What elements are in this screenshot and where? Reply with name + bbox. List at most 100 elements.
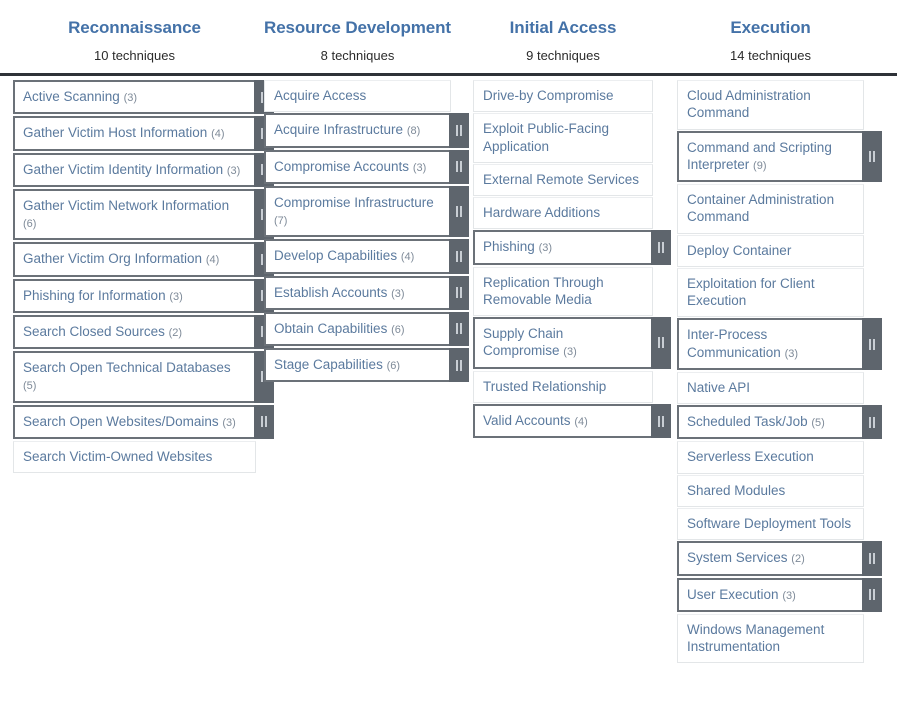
sub-technique-count: (8) [406, 125, 421, 138]
technique-cell[interactable]: System Services (2) [677, 541, 882, 576]
technique-cell[interactable]: Establish Accounts (3) [264, 275, 469, 310]
technique-cell[interactable]: Drive-by Compromise [473, 80, 653, 113]
technique-cell[interactable]: Obtain Capabilities (6) [264, 311, 469, 347]
technique-label: Gather Victim Network Information (6) [15, 191, 254, 239]
technique-cell[interactable]: Gather Victim Host Information (4) [13, 116, 274, 151]
tactic-header-reconnaissance[interactable]: Reconnaissance 10 techniques [0, 8, 269, 63]
pause-bars-icon [657, 337, 665, 349]
technique-label: Gather Victim Host Information (4) [15, 118, 234, 148]
sub-techniques-expand-icon[interactable] [862, 130, 882, 183]
sub-techniques-expand-icon[interactable] [449, 239, 469, 274]
technique-cell[interactable]: Native API [677, 371, 864, 405]
technique-cell[interactable]: Container Administration Command [677, 184, 864, 234]
sub-techniques-expand-icon[interactable] [862, 318, 882, 370]
technique-cell[interactable]: Deploy Container [677, 234, 864, 267]
technique-cell[interactable]: Gather Victim Org Information (4) [13, 242, 274, 277]
technique-cell[interactable]: Search Open Websites/Domains (3) [13, 404, 274, 439]
sub-techniques-expand-icon[interactable] [449, 275, 469, 310]
technique-cell[interactable]: Replication Through Removable Media [473, 266, 653, 317]
technique-name: User Execution [687, 586, 779, 602]
technique-label: Shared Modules [678, 476, 794, 506]
technique-label: Exploit Public-Facing Application [474, 114, 652, 162]
technique-label: Acquire Infrastructure (8) [266, 115, 429, 145]
sub-techniques-expand-icon[interactable] [651, 403, 671, 439]
tactic-header-execution[interactable]: Execution 14 techniques [664, 8, 877, 63]
technique-cell[interactable]: Search Victim-Owned Websites [13, 440, 256, 474]
sub-techniques-expand-icon[interactable] [449, 311, 469, 347]
sub-techniques-expand-icon[interactable] [862, 541, 882, 576]
sub-techniques-expand-icon[interactable] [651, 317, 671, 369]
sub-technique-count: (3) [412, 161, 427, 174]
technique-cell[interactable]: Active Scanning (3) [13, 80, 274, 115]
technique-label: Native API [678, 373, 759, 403]
technique-name: Valid Accounts [483, 412, 571, 428]
pause-bars-icon [868, 589, 876, 601]
pause-bars-icon [455, 161, 463, 173]
technique-cell[interactable]: Hardware Additions [473, 197, 653, 230]
technique-cell[interactable]: Phishing (3) [473, 230, 671, 265]
technique-cell[interactable]: Exploit Public-Facing Application [473, 113, 653, 163]
sub-techniques-expand-icon[interactable] [862, 405, 882, 440]
technique-name: Exploitation for Client Execution [687, 275, 815, 309]
technique-label: Container Administration Command [678, 185, 863, 233]
technique-cell[interactable]: Acquire Infrastructure (8) [264, 113, 469, 148]
technique-label: Drive-by Compromise [474, 81, 623, 111]
tactic-header-resource-development[interactable]: Resource Development 8 techniques [251, 8, 464, 63]
technique-cell[interactable]: Serverless Execution [677, 441, 864, 474]
technique-cell[interactable]: Shared Modules [677, 474, 864, 507]
technique-label: Replication Through Removable Media [474, 268, 652, 316]
technique-cell[interactable]: Software Deployment Tools [677, 507, 864, 541]
sub-technique-count: (6) [23, 218, 37, 231]
technique-cell[interactable]: Command and Scripting Interpreter (9) [677, 130, 882, 183]
technique-name: Acquire Infrastructure [274, 122, 404, 138]
technique-cell[interactable]: Windows Management Instrumentation [677, 613, 864, 664]
technique-cell[interactable]: Acquire Access [264, 80, 451, 113]
technique-cell[interactable]: User Execution (3) [677, 577, 882, 612]
sub-techniques-expand-icon[interactable] [254, 404, 274, 439]
pause-bars-icon [455, 359, 463, 371]
technique-cell[interactable]: Cloud Administration Command [677, 80, 864, 130]
pause-bars-icon [657, 241, 665, 253]
technique-name: Software Deployment Tools [687, 515, 852, 531]
technique-name: Phishing for Information [23, 287, 166, 303]
technique-cell[interactable]: Scheduled Task/Job (5) [677, 405, 882, 440]
technique-cell[interactable]: Trusted Relationship [473, 370, 653, 403]
sub-techniques-expand-icon[interactable] [449, 185, 469, 238]
technique-name: Active Scanning [23, 89, 120, 104]
technique-name: Develop Capabilities [274, 248, 398, 264]
technique-cell[interactable]: Phishing for Information (3) [13, 278, 274, 313]
tactic-column-execution: Cloud Administration Command Command and … [677, 80, 882, 664]
technique-cell[interactable]: External Remote Services [473, 163, 653, 197]
technique-cell[interactable]: Supply Chain Compromise (3) [473, 317, 671, 369]
technique-cell[interactable]: Exploitation for Client Execution [677, 267, 864, 318]
sub-techniques-expand-icon[interactable] [449, 149, 469, 184]
pause-bars-icon [868, 150, 876, 162]
technique-cell[interactable]: Valid Accounts (4) [473, 403, 671, 439]
technique-cell[interactable]: Search Closed Sources (2) [13, 314, 274, 350]
sub-techniques-expand-icon[interactable] [651, 230, 671, 265]
technique-cell[interactable]: Develop Capabilities (4) [264, 239, 469, 274]
technique-label: Phishing for Information (3) [15, 281, 192, 311]
technique-cell[interactable]: Compromise Accounts (3) [264, 149, 469, 184]
sub-techniques-expand-icon[interactable] [449, 348, 469, 383]
technique-cell[interactable]: Gather Victim Identity Information (3) [13, 152, 274, 187]
technique-name: Exploit Public-Facing Application [483, 121, 610, 154]
tactic-header-initial-access[interactable]: Initial Access 9 techniques [460, 8, 666, 63]
technique-name: External Remote Services [483, 171, 640, 187]
technique-cell[interactable]: Search Open Technical Databases (5) [13, 351, 274, 403]
technique-label: System Services (2) [679, 543, 814, 573]
sub-techniques-expand-icon[interactable] [862, 577, 882, 612]
pause-bars-icon [455, 323, 463, 335]
technique-cell[interactable]: Stage Capabilities (6) [264, 348, 469, 383]
technique-name: Trusted Relationship [483, 378, 607, 394]
sub-techniques-expand-icon[interactable] [449, 113, 469, 148]
technique-cell[interactable]: Compromise Infrastructure (7) [264, 185, 469, 238]
sub-technique-count: (6) [391, 323, 405, 336]
technique-cell[interactable]: Gather Victim Network Information (6) [13, 188, 274, 241]
technique-cell[interactable]: Inter-Process Communication (3) [677, 318, 882, 370]
sub-technique-count: (6) [386, 360, 401, 373]
technique-label: Exploitation for Client Execution [678, 269, 863, 317]
sub-technique-count: (3) [784, 347, 799, 360]
tactic-name: Initial Access [509, 18, 617, 37]
technique-name: Search Open Websites/Domains [23, 413, 219, 429]
